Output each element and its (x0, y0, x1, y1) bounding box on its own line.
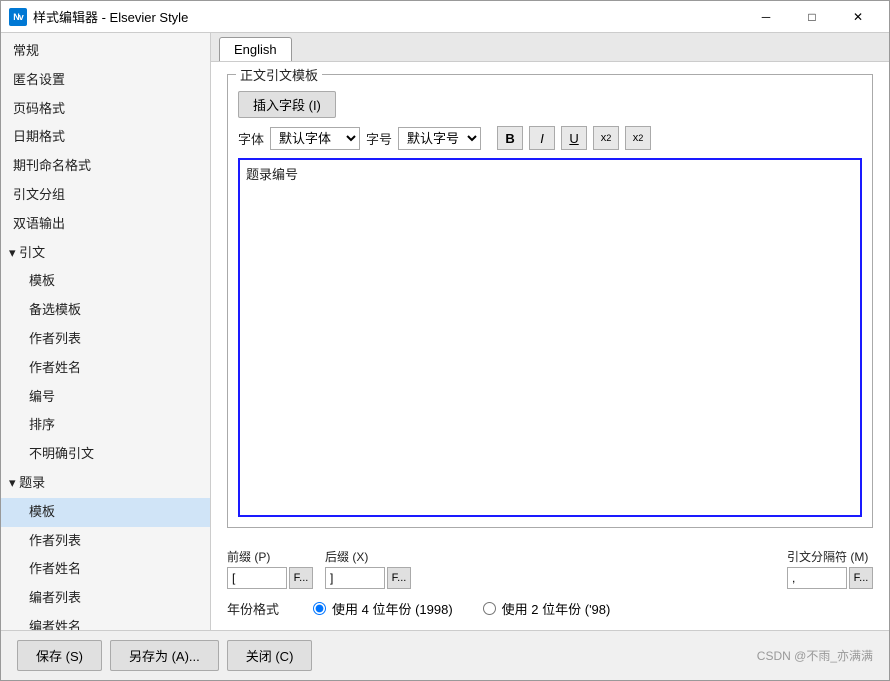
subscript-button[interactable]: x2 (593, 126, 619, 150)
template-section: 正文引文模板 插入字段 (I) 字体 默认字体 字号 默认字号 B (227, 74, 873, 528)
insert-field-button[interactable]: 插入字段 (I) (238, 91, 336, 118)
separator-group: 引文分隔符 (M) F... (787, 548, 873, 589)
panel-content: 正文引文模板 插入字段 (I) 字体 默认字体 字号 默认字号 B (211, 62, 889, 630)
bottom-fields: 前缀 (P) F... 后缀 (X) F... (227, 548, 873, 589)
suffix-row: F... (325, 567, 411, 589)
sidebar-item-journal-name[interactable]: 期刊命名格式 (1, 152, 210, 181)
year-4digit-label[interactable]: 使用 4 位年份 (1998) (332, 599, 453, 618)
sidebar-item-bib-authorlist[interactable]: 作者列表 (1, 527, 210, 556)
font-label: 字体 (238, 129, 264, 148)
sidebar-item-bib-editorlist[interactable]: 编者列表 (1, 584, 210, 613)
sidebar-item-page-format[interactable]: 页码格式 (1, 95, 210, 124)
window-controls: ─ □ ✕ (743, 1, 881, 33)
prefix-input[interactable] (227, 567, 287, 589)
title-bar: Nv 样式编辑器 - Elsevier Style ─ □ ✕ (1, 1, 889, 33)
sidebar-item-citation-authorname[interactable]: 作者姓名 (1, 354, 210, 383)
close-window-button[interactable]: ✕ (835, 1, 881, 33)
sidebar-item-bib-authorname[interactable]: 作者姓名 (1, 555, 210, 584)
app-window: Nv 样式编辑器 - Elsevier Style ─ □ ✕ 常规匿名设置页码… (0, 0, 890, 681)
app-icon: Nv (9, 8, 27, 26)
maximize-button[interactable]: □ (789, 1, 835, 33)
separator-label: 引文分隔符 (M) (787, 548, 873, 565)
sidebar-item-date-format[interactable]: 日期格式 (1, 123, 210, 152)
sidebar-item-citation-template[interactable]: 模板 (1, 267, 210, 296)
sidebar-item-bilingual[interactable]: 双语输出 (1, 210, 210, 239)
separator-btn[interactable]: F... (849, 567, 873, 589)
font-select[interactable]: 默认字体 (270, 127, 360, 150)
window-title: 样式编辑器 - Elsevier Style (33, 7, 743, 26)
save-as-button[interactable]: 另存为 (A)... (110, 640, 219, 671)
suffix-label: 后缀 (X) (325, 548, 411, 565)
section-legend: 正文引文模板 (236, 65, 322, 84)
bold-button[interactable]: B (497, 126, 523, 150)
sidebar-item-alias[interactable]: 匿名设置 (1, 66, 210, 95)
superscript-button[interactable]: x2 (625, 126, 651, 150)
size-label: 字号 (366, 129, 392, 148)
minimize-button[interactable]: ─ (743, 1, 789, 33)
year-2digit-label[interactable]: 使用 2 位年份 ('98) (502, 599, 611, 618)
sidebar-item-normal[interactable]: 常规 (1, 37, 210, 66)
prefix-group: 前缀 (P) F... (227, 548, 313, 589)
sidebar-item-citation-authorlist[interactable]: 作者列表 (1, 325, 210, 354)
prefix-label: 前缀 (P) (227, 548, 313, 565)
sidebar: 常规匿名设置页码格式日期格式期刊命名格式引文分组双语输出▾ 引文模板备选模板作者… (1, 33, 211, 630)
separator-row: F... (787, 567, 873, 589)
prefix-btn[interactable]: F... (289, 567, 313, 589)
year-2digit-group: 使用 2 位年份 ('98) (483, 599, 611, 618)
underline-button[interactable]: U (561, 126, 587, 150)
sidebar-item-bibliography-header[interactable]: ▾ 题录 (1, 469, 210, 498)
italic-button[interactable]: I (529, 126, 555, 150)
year-2digit-radio[interactable] (483, 602, 496, 615)
right-panel: English 正文引文模板 插入字段 (I) 字体 默认字体 字号 (211, 33, 889, 630)
font-row: 字体 默认字体 字号 默认字号 B I U x2 x2 (238, 126, 862, 150)
year-format-label: 年份格式 (227, 599, 279, 618)
footer-buttons: 保存 (S) 另存为 (A)... 关闭 (C) (17, 640, 312, 671)
close-button[interactable]: 关闭 (C) (227, 640, 313, 671)
sidebar-item-citation-sort[interactable]: 排序 (1, 411, 210, 440)
bottom-bar: 保存 (S) 另存为 (A)... 关闭 (C) CSDN @不雨_亦满满 (1, 630, 889, 680)
separator-input[interactable] (787, 567, 847, 589)
template-textarea[interactable] (238, 158, 862, 517)
suffix-btn[interactable]: F... (387, 567, 411, 589)
suffix-group: 后缀 (X) F... (325, 548, 411, 589)
font-size-select[interactable]: 默认字号 (398, 127, 481, 150)
save-button[interactable]: 保存 (S) (17, 640, 102, 671)
tab-english[interactable]: English (219, 37, 292, 61)
year-4digit-group: 使用 4 位年份 (1998) (313, 599, 453, 618)
year-4digit-radio[interactable] (313, 602, 326, 615)
watermark: CSDN @不雨_亦满满 (757, 647, 873, 664)
sidebar-item-citation-backup[interactable]: 备选模板 (1, 296, 210, 325)
sidebar-item-citation-number[interactable]: 编号 (1, 383, 210, 412)
main-content: 常规匿名设置页码格式日期格式期刊命名格式引文分组双语输出▾ 引文模板备选模板作者… (1, 33, 889, 630)
year-format-row: 年份格式 使用 4 位年份 (1998) 使用 2 位年份 ('98) (227, 599, 873, 618)
sidebar-item-citation-ambiguous[interactable]: 不明确引文 (1, 440, 210, 469)
sidebar-item-bib-editorname[interactable]: 编者姓名 (1, 613, 210, 630)
tab-bar: English (211, 33, 889, 62)
sidebar-item-citation-group[interactable]: 引文分组 (1, 181, 210, 210)
prefix-row: F... (227, 567, 313, 589)
sidebar-item-bib-template[interactable]: 模板 (1, 498, 210, 527)
suffix-input[interactable] (325, 567, 385, 589)
sidebar-item-citation-header[interactable]: ▾ 引文 (1, 239, 210, 268)
